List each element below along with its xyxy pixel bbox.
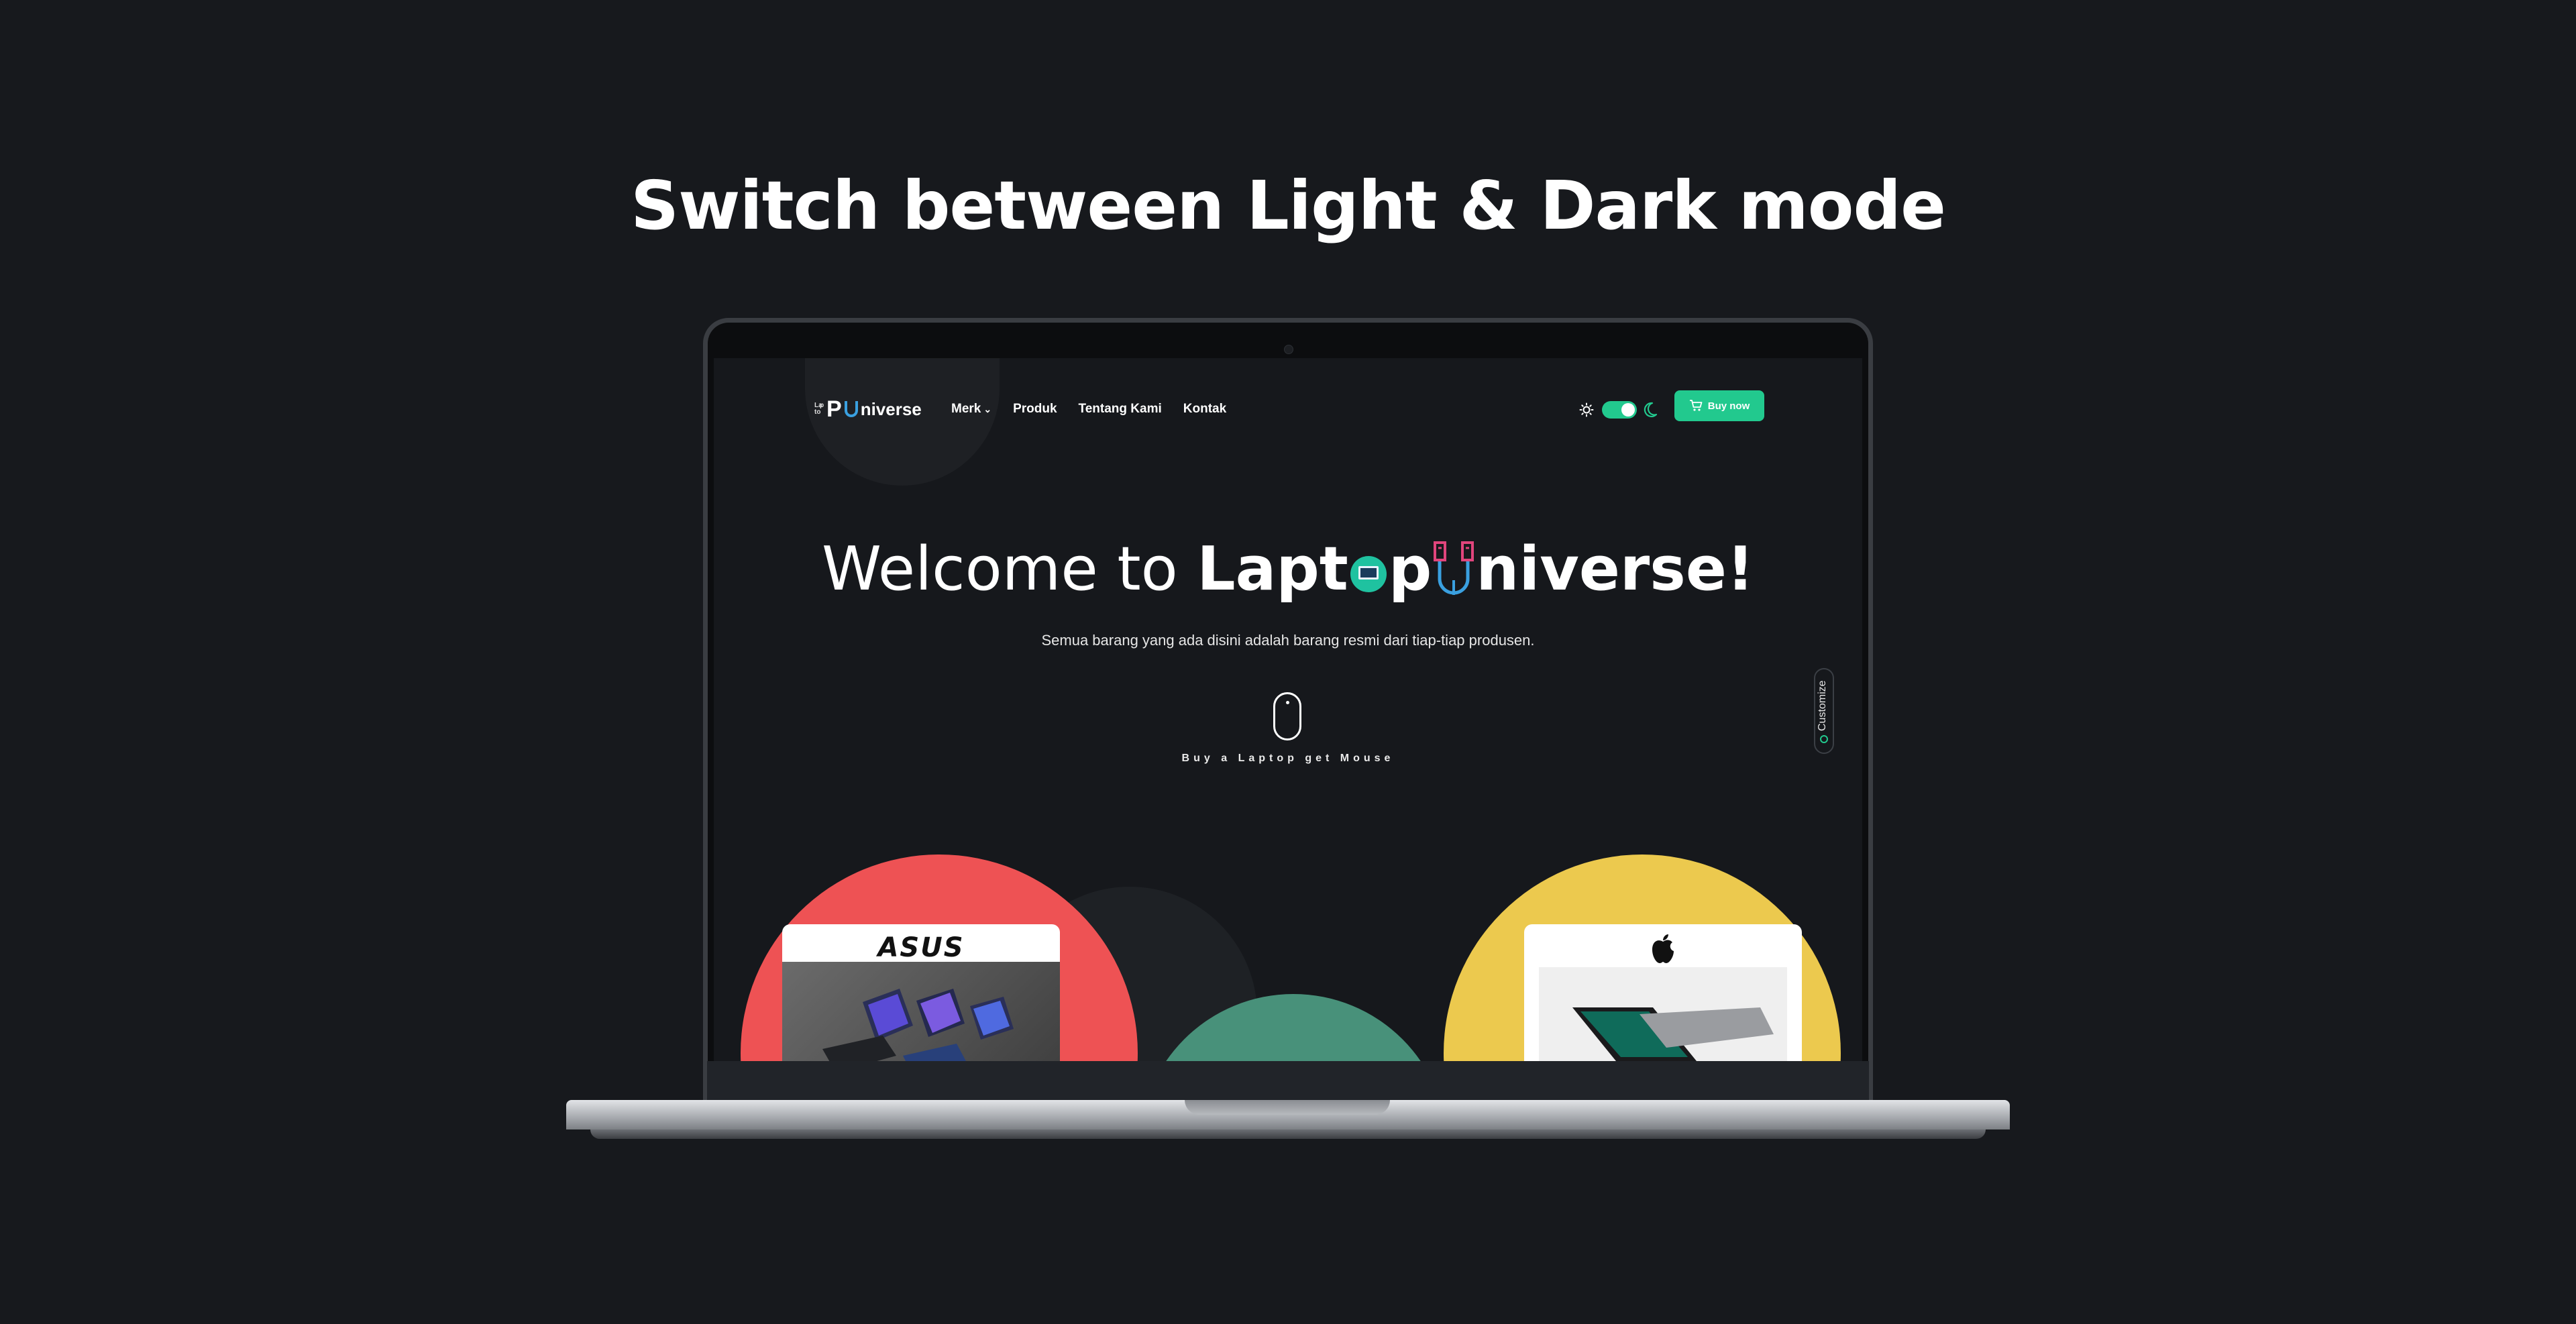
theme-toggle[interactable] xyxy=(1602,401,1637,419)
logo-mini-text: La p to xyxy=(814,402,825,416)
nav-item-tentang-kami[interactable]: Tentang Kami xyxy=(1079,402,1162,417)
brand-card-asus[interactable]: ASUS xyxy=(782,924,1060,1061)
cart-icon xyxy=(1689,400,1703,411)
laptop-o-icon xyxy=(1350,556,1387,592)
nav-item-merk-label: Merk xyxy=(951,402,981,416)
hero-title: Welcome to Lapt p niverse! xyxy=(714,534,1862,604)
macbook-illustration xyxy=(1572,1007,1774,1061)
asus-logo: ASUS xyxy=(877,932,965,963)
hero-title-bold-2: p xyxy=(1388,534,1432,604)
logo-p: P xyxy=(826,396,842,422)
page-headline: Switch between Light & Dark mode xyxy=(631,166,1946,245)
nav-item-kontak[interactable]: Kontak xyxy=(1183,402,1226,417)
logo-u-icon xyxy=(844,401,858,417)
brand-card-apple[interactable] xyxy=(1524,924,1802,1061)
nav-item-merk[interactable]: Merk ⌄ xyxy=(951,402,991,417)
hero-subtitle: Semua barang yang ada disini adalah bara… xyxy=(1041,632,1535,649)
chevron-down-icon: ⌄ xyxy=(983,404,992,415)
laptop-base-bottom xyxy=(590,1129,1986,1139)
sun-icon xyxy=(1579,402,1594,417)
moon-icon xyxy=(1644,402,1658,418)
nav-item-produk[interactable]: Produk xyxy=(1013,402,1057,417)
buy-now-label: Buy now xyxy=(1707,400,1750,412)
logo-text: niverse xyxy=(860,398,922,419)
usb-magnet-u-icon xyxy=(1434,541,1474,595)
hero-title-thin: Welcome to xyxy=(822,534,1197,604)
gear-icon xyxy=(1820,735,1828,743)
website-screen: La p to P niverse Merk ⌄ Produk Tentang K… xyxy=(714,358,1862,1061)
hero-title-bold-3: niverse! xyxy=(1476,534,1754,604)
macbook-image xyxy=(1539,967,1787,1061)
logo-mini-3: to xyxy=(814,408,821,416)
logo-mini-4 xyxy=(820,409,825,416)
apple-logo-icon xyxy=(1652,934,1674,963)
buy-now-button[interactable]: Buy now xyxy=(1674,390,1764,421)
hero-title-bold-1: Lapt xyxy=(1197,534,1348,604)
logo-mini-2: p xyxy=(820,402,824,409)
promo-text: Buy a Laptop get Mouse xyxy=(1181,753,1395,764)
customize-button[interactable]: Customize xyxy=(1814,668,1834,754)
mouse-scroll-dot xyxy=(1286,701,1289,704)
site-logo[interactable]: La p to P niverse xyxy=(814,396,922,423)
laptop-opening-notch xyxy=(1185,1100,1390,1115)
laptops-illustration xyxy=(822,989,1014,1061)
mouse-icon xyxy=(1273,692,1301,740)
customize-label: Customize xyxy=(1817,680,1828,731)
theme-toggle-knob xyxy=(1621,403,1635,417)
laptop-chin xyxy=(707,1061,1869,1100)
main-nav: Merk ⌄ Produk Tentang Kami Kontak xyxy=(951,397,1226,421)
asus-laptops-image xyxy=(782,962,1060,1061)
laptop-camera xyxy=(1284,345,1293,354)
